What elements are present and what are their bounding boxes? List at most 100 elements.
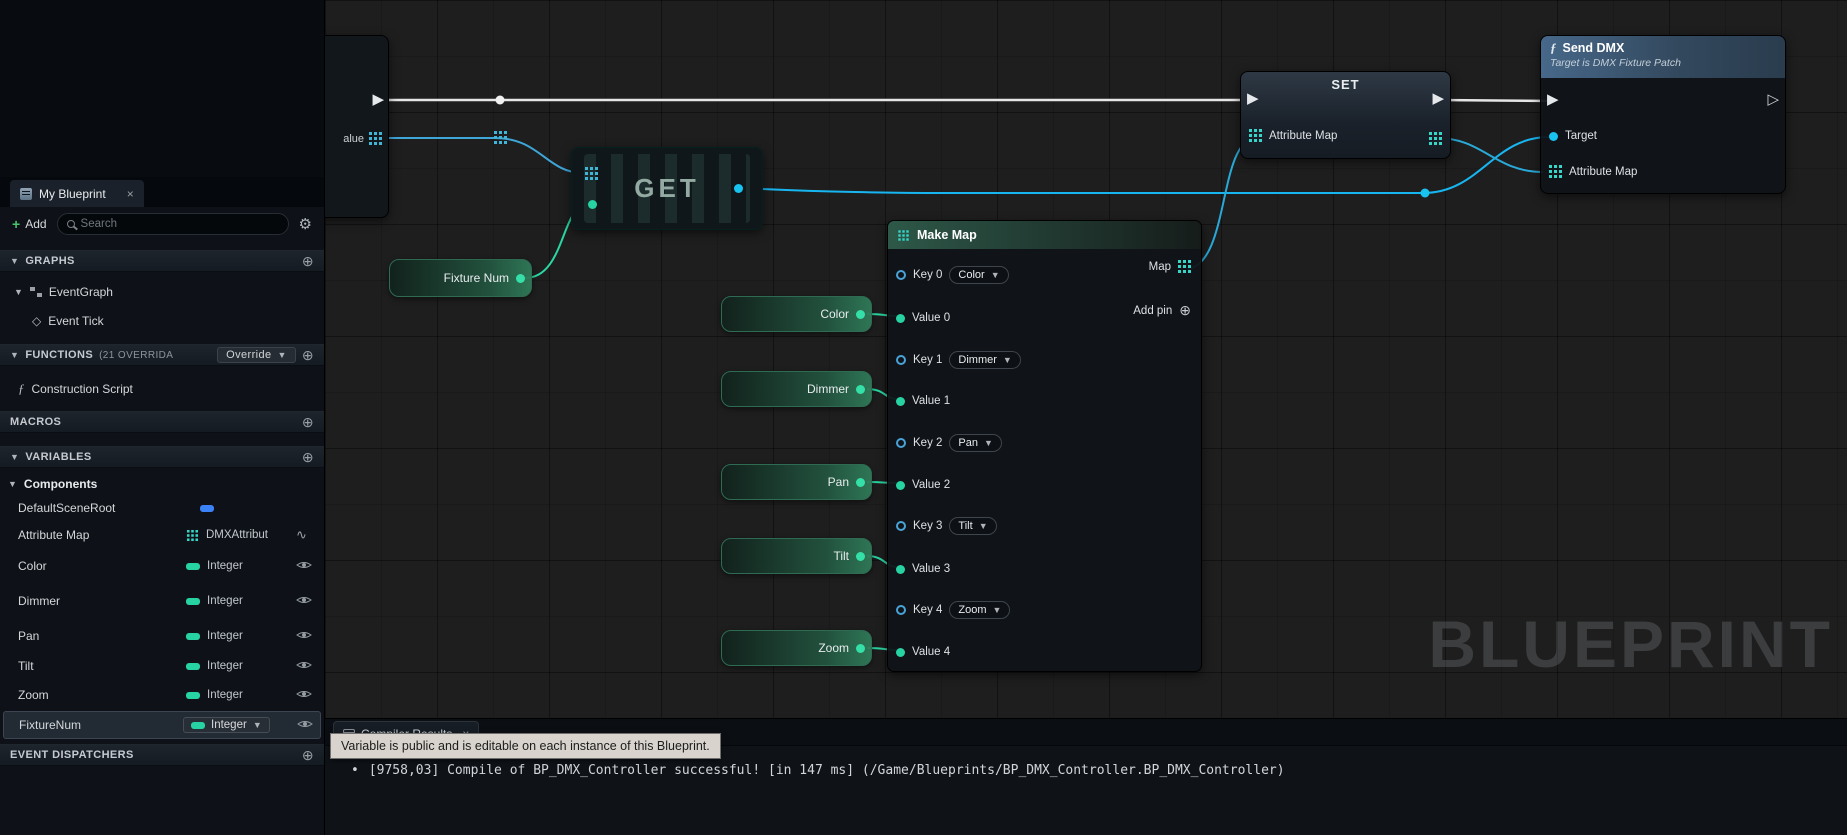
variable-row-fixturenum[interactable]: FixtureNum Integer ▼ (3, 711, 321, 739)
key1-pin[interactable] (896, 355, 906, 365)
get-node[interactable]: GET (571, 147, 763, 230)
variable-type: Integer (207, 660, 243, 672)
section-event-dispatchers[interactable]: EVENT DISPATCHERS ⊕ (0, 744, 324, 766)
add-macro-icon[interactable]: ⊕ (302, 414, 314, 431)
eye-icon[interactable] (296, 557, 312, 575)
sidebar-item-eventgraph[interactable]: ▼ EventGraph (0, 281, 324, 303)
gear-icon[interactable]: ⚙ (299, 215, 312, 233)
dmx-exec-out-pin[interactable]: ▷ (1767, 90, 1779, 110)
variable-row-tilt[interactable]: Tilt Integer (0, 653, 324, 679)
log-text: [9758,03] Compile of BP_DMX_Controller s… (369, 763, 1285, 778)
section-functions[interactable]: ▼ FUNCTIONS (21 OVERRIDABLE Override ▼ ⊕ (0, 344, 324, 366)
integer-type-chip (186, 692, 200, 699)
close-icon[interactable]: × (127, 187, 134, 201)
add-button[interactable]: + Add (12, 216, 47, 232)
variable-row-attribute-map[interactable]: Attribute Map DMXAttribut ∿ (0, 522, 324, 548)
key4-select[interactable]: Zoom▼ (949, 601, 1010, 619)
value4-pin[interactable] (896, 648, 905, 657)
get-result-out-pin[interactable] (734, 184, 743, 193)
key3-value: Tilt (958, 520, 972, 532)
get-index-in-pin[interactable] (588, 200, 597, 209)
value1-pin[interactable] (896, 397, 905, 406)
exec-reroute-dot[interactable] (496, 96, 505, 105)
variable-row-defaultsceneroot[interactable]: DefaultSceneRoot (0, 495, 324, 521)
pan-getter-node[interactable]: Pan (721, 464, 872, 500)
dmx-exec-in-pin[interactable]: ▶ (1547, 90, 1559, 110)
variable-row-zoom[interactable]: Zoom Integer (0, 682, 324, 708)
expander-icon[interactable]: ▼ (14, 287, 23, 297)
sidebar-item-event-tick[interactable]: ◇ Event Tick (0, 310, 324, 332)
eye-icon[interactable] (296, 657, 312, 675)
tilt-out-pin[interactable] (856, 552, 865, 561)
send-dmx-node[interactable]: ƒ Send DMX Target is DMX Fixture Patch ▶… (1540, 35, 1786, 194)
set-attribute-map-node[interactable]: SET ▶ ▶ Attribute Map (1240, 71, 1451, 159)
dmx-attribute-map-pin[interactable] (1549, 165, 1562, 178)
dimmer-out-pin[interactable] (856, 385, 865, 394)
array-out-pin[interactable] (369, 132, 382, 145)
exec-out-pin[interactable]: ▶ (372, 90, 384, 110)
variable-name: Dimmer (18, 594, 60, 608)
add-event-dispatcher-icon[interactable]: ⊕ (302, 747, 314, 764)
make-map-node[interactable]: Make Map Map Add pin ⊕ Key 0 Color▼ Valu… (887, 220, 1202, 672)
wave-icon[interactable]: ∿ (296, 527, 307, 543)
fixturenum-type-dropdown[interactable]: Integer ▼ (183, 717, 270, 733)
value0-pin[interactable] (896, 314, 905, 323)
key2-select[interactable]: Pan▼ (949, 434, 1002, 452)
eye-icon[interactable] (297, 716, 313, 734)
expander-icon[interactable]: ▼ (10, 350, 19, 360)
tab-my-blueprint[interactable]: My Blueprint × (10, 180, 144, 207)
key0-select[interactable]: Color▼ (949, 266, 1008, 284)
function-icon: ƒ (18, 381, 25, 397)
zoom-out-pin[interactable] (856, 644, 865, 653)
add-variable-icon[interactable]: ⊕ (302, 449, 314, 466)
color-out-pin[interactable] (856, 310, 865, 319)
variable-row-dimmer[interactable]: Dimmer Integer (0, 588, 324, 614)
key0-pin[interactable] (896, 270, 906, 280)
value3-pin[interactable] (896, 565, 905, 574)
section-variables[interactable]: ▼ VARIABLES ⊕ (0, 446, 324, 468)
expander-icon[interactable]: ▼ (10, 452, 19, 462)
add-graph-icon[interactable]: ⊕ (302, 253, 314, 270)
expander-icon[interactable]: ▼ (10, 256, 19, 266)
search-input[interactable] (81, 218, 279, 230)
sidebar-item-construction-script[interactable]: ƒ Construction Script (0, 378, 324, 400)
fixture-num-out-pin[interactable] (516, 274, 525, 283)
key4-pin[interactable] (896, 605, 906, 615)
set-attribute-map-out-pin[interactable] (1429, 132, 1442, 145)
array-reroute-grid-pin[interactable] (494, 131, 507, 144)
expander-icon[interactable]: ▼ (8, 479, 17, 489)
color-getter-node[interactable]: Color (721, 296, 872, 332)
get-array-in-pin[interactable] (585, 167, 598, 180)
key1-select[interactable]: Dimmer▼ (949, 351, 1020, 369)
section-macros[interactable]: MACROS ⊕ (0, 411, 324, 433)
clipped-node[interactable]: ▶ alue (325, 35, 389, 218)
tilt-getter-node[interactable]: Tilt (721, 538, 872, 574)
set-exec-in-pin[interactable]: ▶ (1247, 89, 1259, 109)
target-reroute-dot[interactable] (1421, 189, 1430, 198)
key3-pin[interactable] (896, 521, 906, 531)
graph-canvas[interactable]: BLUEPRINT ▶ (325, 0, 1847, 835)
eye-icon[interactable] (296, 592, 312, 610)
category-components[interactable]: ▼ Components (0, 473, 324, 495)
variable-row-pan[interactable]: Pan Integer (0, 623, 324, 649)
add-pin-button[interactable]: Add pin ⊕ (1133, 302, 1191, 319)
key2-pin[interactable] (896, 438, 906, 448)
zoom-getter-node[interactable]: Zoom (721, 630, 872, 666)
key3-select[interactable]: Tilt▼ (949, 517, 996, 535)
add-function-icon[interactable]: ⊕ (302, 347, 314, 364)
dimmer-getter-node[interactable]: Dimmer (721, 371, 872, 407)
set-exec-out-pin[interactable]: ▶ (1432, 89, 1444, 109)
set-attribute-map-in-pin[interactable] (1249, 129, 1262, 142)
search-box[interactable] (57, 213, 289, 235)
value1-label: Value 1 (912, 395, 950, 407)
fixture-num-getter-node[interactable]: Fixture Num (389, 259, 532, 297)
override-dropdown[interactable]: Override ▼ (217, 347, 296, 363)
eye-icon[interactable] (296, 627, 312, 645)
value2-pin[interactable] (896, 481, 905, 490)
pan-out-pin[interactable] (856, 478, 865, 487)
map-out-pin[interactable] (1178, 260, 1191, 273)
variable-row-color[interactable]: Color Integer (0, 553, 324, 579)
dmx-target-pin[interactable] (1549, 132, 1558, 141)
eye-icon[interactable] (296, 686, 312, 704)
section-graphs[interactable]: ▼ GRAPHS ⊕ (0, 250, 324, 272)
